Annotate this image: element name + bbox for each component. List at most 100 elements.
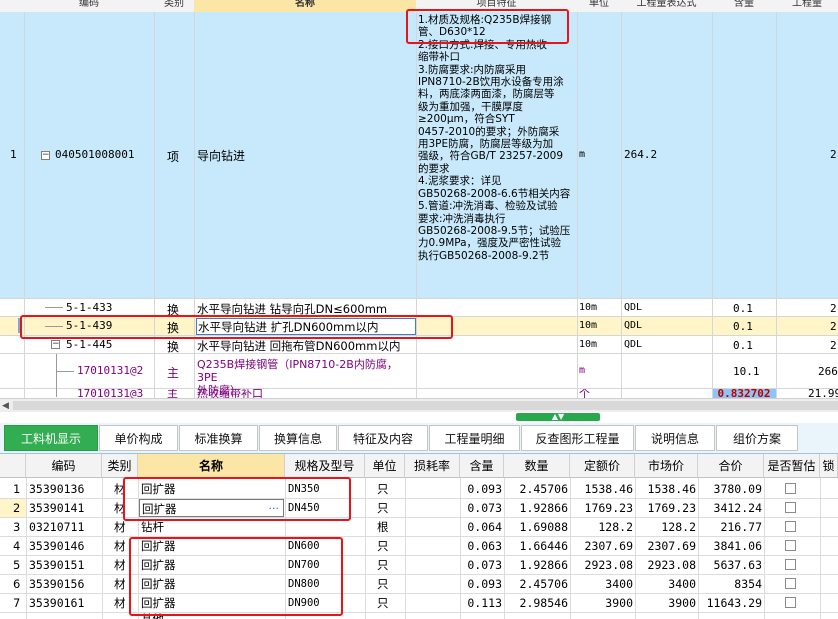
feature-line: 4.泥浆要求：详见 [418,175,502,188]
labor-material-grid: 编码 类别 名称 规格及型号 单位 损耗率 含量 数量 定额价 市场价 合价 是… [0,454,838,619]
material-content: 10.1 [733,365,760,378]
tab-description[interactable]: 说明信息 [635,425,715,451]
col-header-provisional[interactable]: 是否暂估 [764,454,820,478]
material-row[interactable]: 7 35390161 材 回扩器 DN900 只 0.113 2.98546 3… [0,594,838,613]
market-price[interactable]: 1769.23 [635,499,696,517]
tab-reverse-lookup[interactable]: 反查图形工程量 [521,425,634,451]
quota-content: 0.1 [733,339,753,352]
market-price[interactable]: 2923.08 [635,556,696,574]
quota-name: 水平导向钻进 钻导向孔DN≤600mm [197,302,388,316]
col-header-content[interactable]: 含量 [460,454,504,478]
col-header-total[interactable]: 合价 [698,454,764,478]
material-row[interactable]: 3 03210711 材 钻杆 根 0.064 1.69088 128.2 12… [0,518,838,537]
material-row[interactable]: 6 35390156 材 回扩器 DN800 只 0.093 2.45706 3… [0,575,838,594]
material-spec: DN800 [288,578,320,590]
bill-name: 导向钻进 [197,149,246,163]
tab-features[interactable]: 特征及内容 [338,425,428,451]
collapse-icon[interactable]: − [41,151,50,160]
provisional-checkbox[interactable] [785,521,796,532]
bill-code: 040501008001 [55,148,135,161]
base-price: 1769.23 [584,501,633,515]
col-header-base-price[interactable]: 定额价 [570,454,635,478]
feature-line: 级为重加强，干膜厚度 [418,100,523,113]
col-header-market-price[interactable]: 市场价 [635,454,698,478]
total-price: 3841.06 [713,539,762,553]
material-code: 35390156 [29,577,85,591]
material-row[interactable]: 1 35390136 材 回扩器 DN350 只 0.093 2.45706 1… [0,480,838,499]
material-row[interactable]: 2 35390141 材 回扩器 ··· DN450 只 0.073 1.928… [0,499,838,518]
feature-line: 0457-2010的要求；外防腐采 [418,125,560,138]
provisional-checkbox[interactable] [785,597,796,608]
col-header-unit[interactable]: 单位 [365,454,405,478]
base-price: 3900 [605,596,633,610]
material-row[interactable]: 5 35390151 材 回扩器 DN700 只 0.073 1.92866 2… [0,556,838,575]
collapse-icon[interactable]: − [51,340,60,349]
material-name: 回扩器 [141,577,176,591]
base-price: 2923.08 [584,558,633,572]
col-header-type[interactable]: 类别 [102,454,138,478]
feature-line: 3.防腐要求:内防腐采用 [418,63,527,76]
col-header-loss[interactable]: 损耗率 [405,454,460,478]
quota-code: 5-1-439 [66,319,113,332]
material-qty: 2.98546 [519,596,568,610]
provisional-checkbox[interactable] [785,540,796,551]
feature-line: 2.接口方式:焊接、专用热收 [418,38,548,51]
feature-line: 缩带补口 [418,51,460,64]
col-header-spec[interactable]: 规格及型号 [285,454,365,478]
market-price[interactable]: 1538.46 [635,480,696,498]
total-price: 3780.09 [713,482,762,496]
tab-quantity-details[interactable]: 工程量明细 [429,425,520,451]
market-price[interactable]: 2307.69 [635,537,696,555]
col-header-code[interactable]: 编码 [26,454,102,478]
feature-line: 执行GB50268-2008-9.2节 [418,249,550,262]
total-price: 11643.29 [706,596,762,610]
quota-name-editor[interactable]: 水平导向钻进 扩孔DN600mm以内 [196,318,416,335]
market-price[interactable]: 3900 [635,594,696,612]
feature-line: 5.管道:冲洗消毒、检验及试验 [418,200,558,213]
col-header-lock[interactable]: 锁 [820,454,838,478]
col-header-qty[interactable]: 数量 [504,454,570,478]
col-header-name[interactable]: 名称 [138,454,285,478]
quota-expr: QDL [624,320,643,331]
horizontal-scrollbar[interactable]: ◀ [0,398,838,413]
quota-qty: 2 [830,339,837,352]
row-index: 5 [13,558,21,572]
market-price[interactable]: 3400 [635,575,696,593]
more-options-icon[interactable]: ··· [269,500,280,516]
panel-splitter[interactable]: ▲▼ [0,412,838,423]
scroll-left-icon[interactable]: ◀ [2,399,9,413]
material-content: 0.073 [467,558,502,572]
material-row[interactable]: 4 35390146 材 回扩器 DN600 只 0.063 1.66446 2… [0,537,838,556]
material-name: 钻杆 [141,520,164,534]
feature-line: 力0.9MPa，强度及严密性试验 [418,237,562,250]
tab-standard-conversion[interactable]: 标准换算 [179,425,258,451]
tab-conversion-info[interactable]: 换算信息 [259,425,337,451]
bill-expr: 264.2 [624,148,658,161]
quota-type: 换 [167,303,180,317]
material-row[interactable]: 其他 [0,612,838,619]
provisional-checkbox[interactable] [785,483,796,494]
material-name-editor[interactable]: 回扩器 ··· [139,499,284,517]
quota-content: 0.1 [733,302,753,315]
provisional-checkbox[interactable] [785,559,796,570]
tab-unit-price[interactable]: 单价构成 [99,425,178,451]
quota-expr: QDL [624,302,643,313]
scrollbar-thumb[interactable] [13,401,838,410]
feature-line: 要求:冲洗消毒执行 [418,212,506,225]
material-spec: DN900 [288,597,320,609]
material-name: 回扩器 [141,539,176,553]
material-name: 热收缩带补口 [197,389,263,398]
provisional-checkbox[interactable] [785,578,796,589]
provisional-checkbox[interactable] [785,502,796,513]
market-price[interactable]: 128.2 [635,518,696,536]
material-spec: DN450 [288,502,320,514]
material-unit: 只 [377,558,389,572]
tab-pricing-scheme[interactable]: 组价方案 [716,425,798,451]
material-spec: DN600 [288,540,320,552]
quota-name: 水平导向钻进 回拖布管DN600mm以内 [197,339,401,353]
material-name: 回扩器 [142,502,177,516]
splitter-grip-icon[interactable]: ▲▼ [516,413,600,421]
material-type: 材 [114,482,126,496]
material-unit: 只 [377,596,389,610]
tab-labor-material[interactable]: 工料机显示 [4,425,98,451]
